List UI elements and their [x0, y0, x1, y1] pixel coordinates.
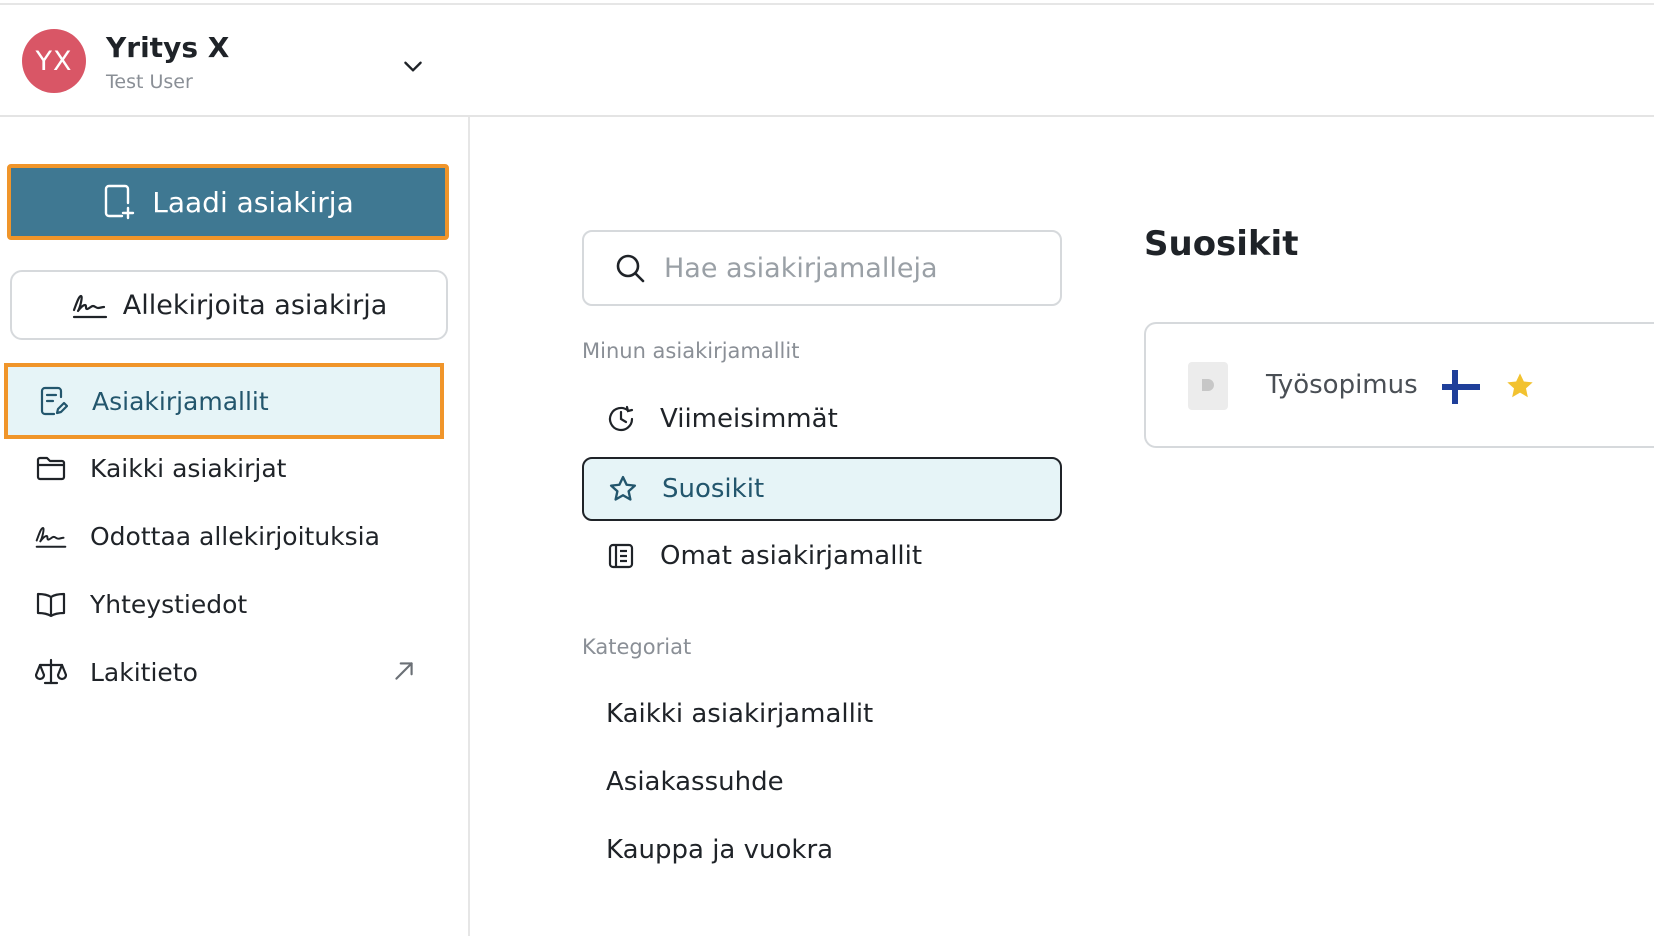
search-icon	[616, 254, 645, 283]
search-input[interactable]	[664, 252, 1044, 284]
list-book-icon	[604, 539, 638, 573]
compose-document-button[interactable]: Laadi asiakirja	[7, 164, 449, 240]
sidebar-item-contacts[interactable]: Yhteystiedot	[6, 568, 443, 640]
sidebar-item-label: Kaikki asiakirjat	[90, 453, 287, 483]
sidebar: Laadi asiakirja Allekirjoita asiakirja A…	[0, 117, 470, 936]
chevron-down-icon[interactable]	[400, 53, 426, 79]
avatar[interactable]: YX	[22, 29, 86, 93]
sign-document-label: Allekirjoita asiakirja	[122, 289, 388, 321]
my-templates-recent[interactable]: Viimeisimmät	[582, 387, 1062, 451]
star-filled-icon[interactable]	[1504, 370, 1536, 402]
category-trade-and-rent[interactable]: Kauppa ja vuokra	[606, 835, 833, 865]
sidebar-item-label: Lakitieto	[90, 657, 198, 687]
sign-document-button[interactable]: Allekirjoita asiakirja	[10, 270, 448, 340]
categories-heading: Kategoriat	[582, 635, 692, 659]
org-name[interactable]: Yritys X	[106, 31, 229, 64]
templates-panel: Minun asiakirjamallit Viimeisimmät Suosi…	[472, 117, 1654, 936]
scales-icon	[34, 655, 68, 689]
category-all-templates[interactable]: Kaikki asiakirjamallit	[606, 699, 873, 729]
sidebar-item-label: Yhteystiedot	[90, 589, 248, 619]
template-item-label: Omat asiakirjamallit	[660, 541, 923, 571]
org-user: Test User	[106, 71, 193, 93]
signature-icon	[72, 294, 107, 319]
document-thumbnail-icon	[1188, 362, 1228, 410]
category-customer-relations[interactable]: Asiakassuhde	[606, 767, 784, 797]
folder-icon	[34, 451, 68, 485]
sidebar-item-label: Asiakirjamallit	[92, 386, 269, 416]
compose-document-label: Laadi asiakirja	[152, 185, 354, 219]
template-search[interactable]	[582, 230, 1062, 306]
sidebar-item-templates[interactable]: Asiakirjamallit	[4, 363, 444, 439]
clock-icon	[604, 402, 638, 436]
star-outline-icon	[606, 472, 640, 506]
org-header: YX Yritys X Test User	[0, 5, 1654, 117]
sidebar-item-legal-info[interactable]: Lakitieto	[6, 636, 443, 708]
favorite-template-card[interactable]: Työsopimus	[1144, 322, 1654, 448]
favorites-title: Suosikit	[1144, 224, 1299, 264]
my-templates-heading: Minun asiakirjamallit	[582, 339, 800, 363]
external-link-icon	[395, 662, 413, 680]
book-icon	[34, 587, 68, 621]
my-templates-favorites[interactable]: Suosikit	[582, 457, 1062, 521]
sidebar-item-awaiting-signatures[interactable]: Odottaa allekirjoituksia	[6, 500, 443, 572]
template-item-label: Viimeisimmät	[660, 404, 838, 434]
signature-icon	[34, 519, 68, 553]
favorite-template-name: Työsopimus	[1266, 370, 1418, 400]
finland-flag-icon	[1442, 368, 1480, 406]
document-edit-icon	[36, 384, 70, 418]
sidebar-item-all-documents[interactable]: Kaikki asiakirjat	[6, 432, 443, 504]
sidebar-item-label: Odottaa allekirjoituksia	[90, 521, 380, 551]
my-templates-own[interactable]: Omat asiakirjamallit	[582, 524, 1062, 588]
template-item-label: Suosikit	[662, 474, 765, 504]
document-add-icon	[105, 184, 135, 220]
